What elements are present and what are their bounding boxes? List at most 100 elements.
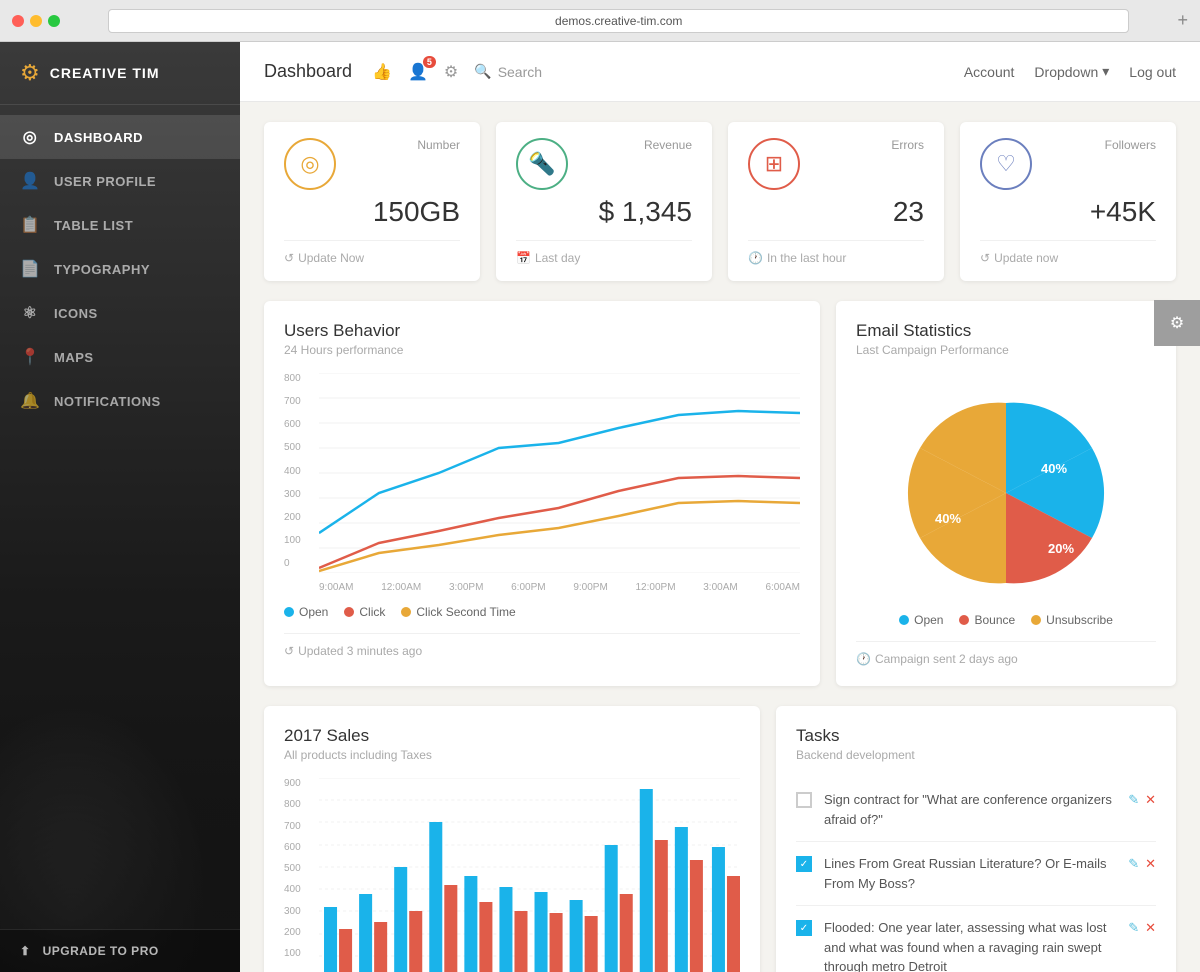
bar-oct-cyan xyxy=(640,789,653,972)
sidebar-item-dashboard[interactable]: ◎ DASHBOARD xyxy=(0,115,240,159)
y-label-600: 600 xyxy=(284,419,314,430)
pie-legend-open: Open xyxy=(899,613,943,627)
thumbs-up-icon[interactable]: 👍 xyxy=(372,62,392,82)
dropdown-menu[interactable]: Dropdown ▾ xyxy=(1034,63,1109,80)
bar-y-700: 700 xyxy=(284,821,314,832)
dropdown-label: Dropdown xyxy=(1034,64,1098,80)
bar-mar-cyan xyxy=(394,867,407,972)
url-text: demos.creative-tim.com xyxy=(555,14,682,28)
notification-badge[interactable]: 👤 5 xyxy=(408,62,428,82)
search-bar[interactable]: 🔍 Search xyxy=(474,63,542,80)
chart-footer-text: Updated 3 minutes ago xyxy=(298,644,422,658)
sidebar-item-user-profile[interactable]: 👤 USER PROFILE xyxy=(0,159,240,203)
email-footer: 🕐 Campaign sent 2 days ago xyxy=(856,641,1156,666)
bar-sep-red xyxy=(620,894,633,972)
new-tab-button[interactable]: + xyxy=(1177,10,1188,31)
y-label-400: 400 xyxy=(284,466,314,477)
refresh-icon: ↺ xyxy=(284,644,294,658)
stat-header-1: 🔦 Revenue xyxy=(516,138,692,190)
nav-icon-notifications: 🔔 xyxy=(20,391,40,411)
stat-icon-3: ♡ xyxy=(980,138,1032,190)
bar-dec-red xyxy=(727,876,740,972)
nav-label-typography: TYPOGRAPHY xyxy=(54,262,150,277)
settings-icon[interactable]: ⚙ xyxy=(444,62,458,82)
nav-icon-dashboard: ◎ xyxy=(20,127,40,147)
bar-y-900: 900 xyxy=(284,778,314,789)
bar-y-100: 100 xyxy=(284,948,314,959)
nav-label-table-list: TABLE LIST xyxy=(54,218,133,233)
task-checkbox-1[interactable] xyxy=(796,792,812,808)
pie-label-bounce: 20% xyxy=(1048,541,1074,556)
users-behavior-title: Users Behavior xyxy=(284,321,800,341)
stat-footer-2: 🕐 In the last hour xyxy=(748,240,924,265)
bar-oct-red xyxy=(655,840,668,972)
chevron-down-icon: ▾ xyxy=(1102,63,1109,80)
stat-value-3: +45K xyxy=(980,196,1156,228)
stat-header-0: ◎ Number xyxy=(284,138,460,190)
account-link[interactable]: Account xyxy=(964,64,1015,80)
nav-icon-maps: 📍 xyxy=(20,347,40,367)
stat-label-3: Followers xyxy=(1105,138,1156,152)
search-label: Search xyxy=(498,64,542,80)
stat-icon-0: ◎ xyxy=(284,138,336,190)
stat-value-2: 23 xyxy=(748,196,924,228)
x-label-2: 12:00AM xyxy=(381,582,421,593)
address-bar[interactable]: demos.creative-tim.com xyxy=(108,9,1129,33)
bar-dec-cyan xyxy=(712,847,725,972)
nav-label-maps: MAPS xyxy=(54,350,94,365)
logo-icon: ⚙ xyxy=(20,60,40,86)
stat-card-3: ♡ Followers +45K ↺ Update now xyxy=(960,122,1176,281)
y-label-800: 800 xyxy=(284,373,314,384)
pie-legend: Open Bounce Unsubscribe xyxy=(856,613,1156,627)
legend-click2: Click Second Time xyxy=(401,605,515,619)
bar-jun-red xyxy=(514,911,527,972)
task-delete-3[interactable]: ✕ xyxy=(1145,920,1156,936)
task-edit-1[interactable]: ✎ xyxy=(1128,792,1139,808)
x-label-8: 6:00AM xyxy=(765,582,799,593)
x-label-6: 12:00PM xyxy=(636,582,676,593)
sidebar-item-typography[interactable]: 📄 TYPOGRAPHY xyxy=(0,247,240,291)
task-checkbox-2[interactable]: ✓ xyxy=(796,856,812,872)
task-delete-2[interactable]: ✕ xyxy=(1145,856,1156,872)
pie-legend-unsubscribe: Unsubscribe xyxy=(1031,613,1113,627)
stats-row: ◎ Number 150GB ↺ Update Now 🔦 Revenue $ … xyxy=(264,122,1176,281)
bar-y-200: 200 xyxy=(284,927,314,938)
maximize-btn[interactable] xyxy=(48,15,60,27)
stat-footer-text-3: Update now xyxy=(994,251,1058,265)
task-edit-3[interactable]: ✎ xyxy=(1128,920,1139,936)
task-actions-1: ✎ ✕ xyxy=(1128,792,1156,808)
sidebar-item-table-list[interactable]: 📋 TABLE LIST xyxy=(0,203,240,247)
gear-settings-button[interactable]: ⚙ xyxy=(1154,300,1200,346)
sidebar-logo[interactable]: ⚙ CREATIVE TIM xyxy=(0,42,240,105)
sidebar-item-icons[interactable]: ⚛ ICONS xyxy=(0,291,240,335)
bar-mar-red xyxy=(409,911,422,972)
stat-icon-1: 🔦 xyxy=(516,138,568,190)
bar-jun-cyan xyxy=(499,887,512,972)
bar-may-cyan xyxy=(464,876,477,972)
tasks-list: Sign contract for "What are conference o… xyxy=(796,778,1156,972)
clock-icon: 🕐 xyxy=(856,652,871,666)
y-label-200: 200 xyxy=(284,512,314,523)
nav-label-notifications: NOTIFICATIONS xyxy=(54,394,161,409)
bar-apr-red xyxy=(444,885,457,972)
task-item-2: ✓ Lines From Great Russian Literature? O… xyxy=(796,842,1156,906)
stat-footer-icon-2: 🕐 xyxy=(748,251,763,265)
sidebar-item-maps[interactable]: 📍 MAPS xyxy=(0,335,240,379)
bar-feb-red xyxy=(374,922,387,972)
bar-chart-svg xyxy=(319,778,740,972)
topnav-right: Account Dropdown ▾ Log out xyxy=(964,63,1176,80)
task-delete-1[interactable]: ✕ xyxy=(1145,792,1156,808)
sidebar-item-notifications[interactable]: 🔔 NOTIFICATIONS xyxy=(0,379,240,423)
close-btn[interactable] xyxy=(12,15,24,27)
bar-feb-cyan xyxy=(359,894,372,972)
task-edit-2[interactable]: ✎ xyxy=(1128,856,1139,872)
stat-header-3: ♡ Followers xyxy=(980,138,1156,190)
upgrade-button[interactable]: ⬆ UPGRADE TO PRO xyxy=(0,929,240,972)
stat-footer-text-2: In the last hour xyxy=(767,251,846,265)
task-checkbox-3[interactable]: ✓ xyxy=(796,920,812,936)
bar-y-600: 600 xyxy=(284,842,314,853)
logout-link[interactable]: Log out xyxy=(1129,64,1176,80)
legend-dot-click xyxy=(344,607,354,617)
minimize-btn[interactable] xyxy=(30,15,42,27)
stat-footer-3: ↺ Update now xyxy=(980,240,1156,265)
